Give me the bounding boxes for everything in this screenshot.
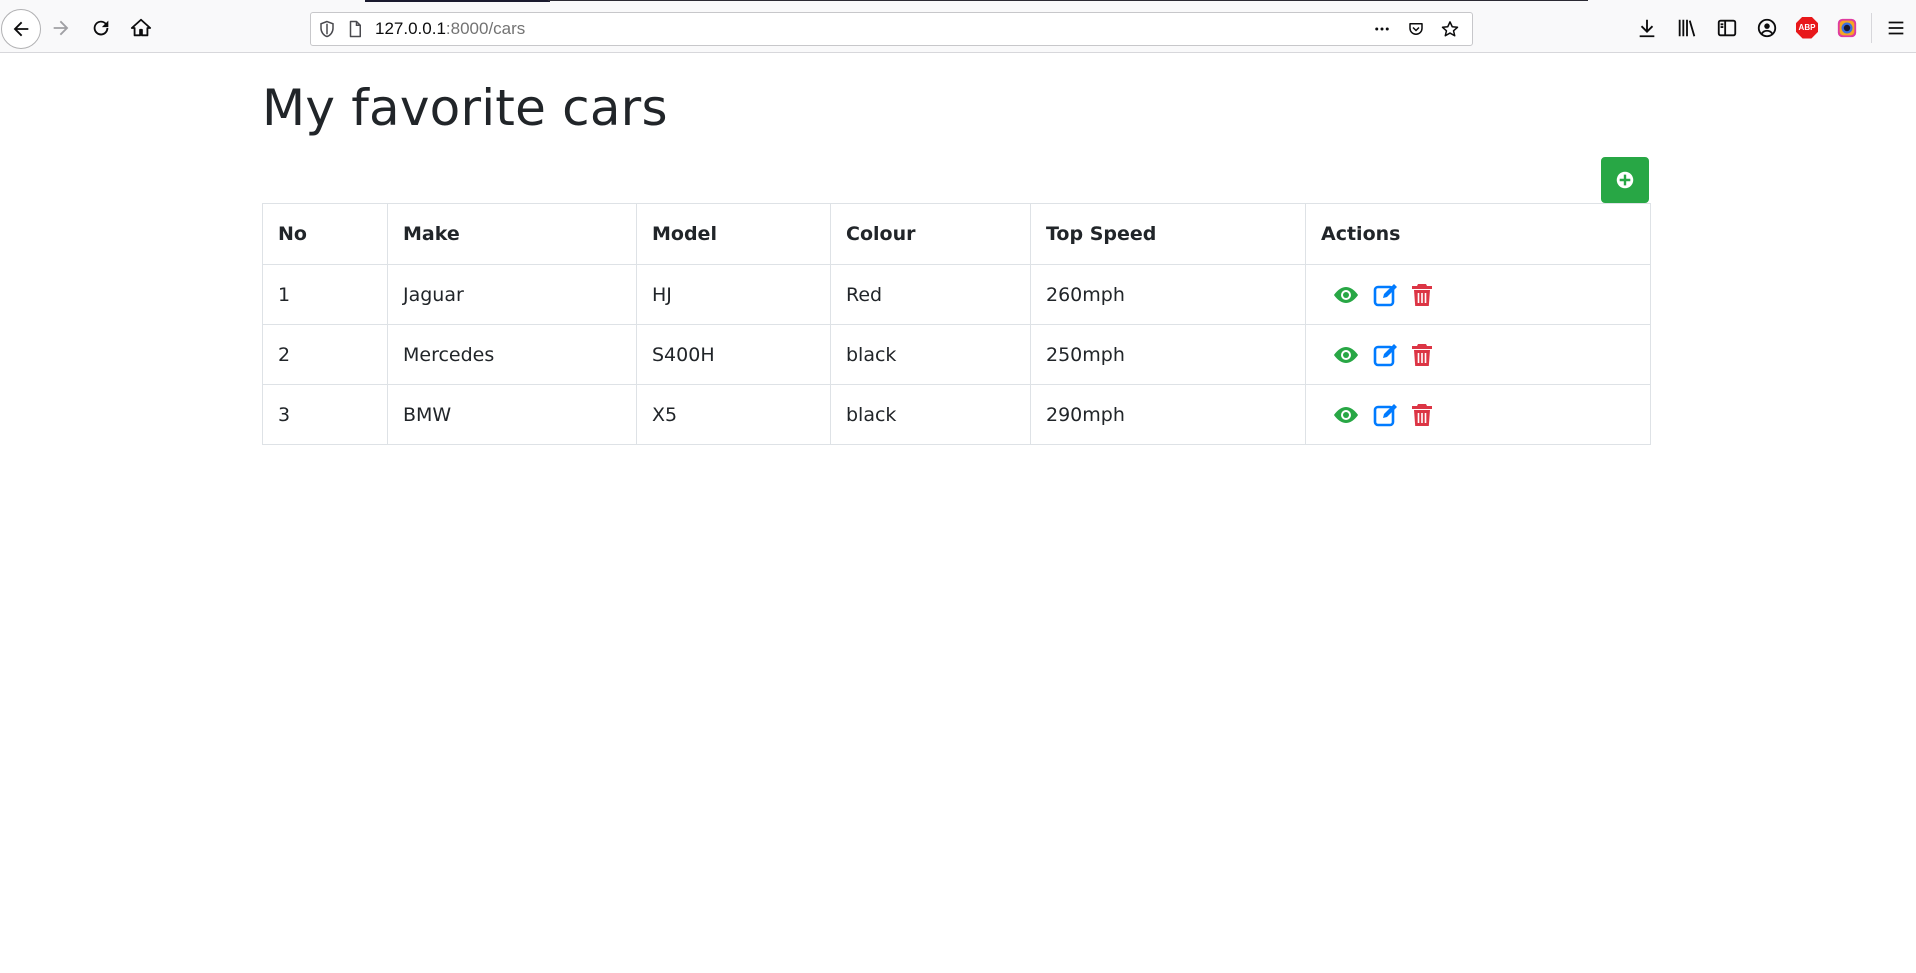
page-title: My favorite cars: [262, 79, 668, 137]
trash-icon: [1412, 343, 1432, 366]
header-top-speed: Top Speed: [1030, 203, 1306, 265]
cell-top-speed: 260mph: [1030, 264, 1306, 325]
menu-icon[interactable]: [1876, 8, 1916, 48]
page-icon[interactable]: [345, 19, 365, 39]
back-icon: [13, 21, 29, 37]
edit-icon: [1373, 403, 1397, 426]
edit-button[interactable]: [1373, 342, 1399, 368]
table-row: 3 BMW X5 black 290mph: [262, 384, 1651, 445]
url-path: :8000/cars: [445, 19, 526, 38]
forward-icon: [53, 20, 69, 36]
cell-colour: black: [830, 324, 1031, 385]
cell-colour: Red: [830, 264, 1031, 325]
delete-button[interactable]: [1411, 282, 1433, 308]
eye-icon: [1334, 286, 1358, 303]
browser-toolbar: 127.0.0.1:8000/cars ABP: [0, 3, 1916, 53]
toolbar-divider: [1871, 12, 1872, 43]
adblock-button[interactable]: ABP: [1787, 8, 1827, 48]
cell-make: Jaguar: [387, 264, 637, 325]
cell-model: S400H: [636, 324, 831, 385]
cell-make: Mercedes: [387, 324, 637, 385]
table-row: 1 Jaguar HJ Red 260mph: [262, 264, 1651, 325]
reload-icon: [93, 20, 109, 36]
tab-indicator: [365, 0, 550, 2]
header-no: No: [262, 203, 388, 265]
delete-button[interactable]: [1411, 402, 1433, 428]
header-actions: Actions: [1305, 203, 1651, 265]
cell-model: X5: [636, 384, 831, 445]
table-row: 2 Mercedes S400H black 250mph: [262, 324, 1651, 385]
download-icon[interactable]: [1627, 8, 1667, 48]
cell-top-speed: 250mph: [1030, 324, 1306, 385]
delete-button[interactable]: [1411, 342, 1433, 368]
cell-no: 1: [262, 264, 388, 325]
view-button[interactable]: [1331, 402, 1361, 428]
url-host: 127.0.0.1: [375, 19, 446, 38]
edit-button[interactable]: [1373, 282, 1399, 308]
adblock-icon: ABP: [1796, 16, 1818, 39]
home-icon: [130, 18, 152, 37]
page-content: My favorite cars No Make Model Colour To…: [0, 53, 1916, 973]
sidebar-icon[interactable]: [1707, 8, 1747, 48]
header-make: Make: [387, 203, 637, 265]
url-text[interactable]: 127.0.0.1:8000/cars: [375, 19, 525, 39]
table-header-row: No Make Model Colour Top Speed Actions: [262, 203, 1651, 265]
back-button[interactable]: [1, 9, 41, 49]
edit-icon: [1373, 283, 1397, 306]
eye-icon: [1334, 406, 1358, 423]
cell-actions: [1305, 264, 1651, 325]
library-icon[interactable]: [1667, 8, 1707, 48]
cell-model: HJ: [636, 264, 831, 325]
trash-icon: [1412, 403, 1432, 426]
forward-button[interactable]: [42, 9, 80, 47]
eye-icon: [1334, 346, 1358, 363]
cell-top-speed: 290mph: [1030, 384, 1306, 445]
edit-icon: [1373, 343, 1397, 366]
cell-actions: [1305, 384, 1651, 445]
cell-actions: [1305, 324, 1651, 385]
cars-table: No Make Model Colour Top Speed Actions 1…: [262, 203, 1651, 445]
extension-button[interactable]: [1827, 8, 1867, 48]
header-model: Model: [636, 203, 831, 265]
tab-indicator: [548, 0, 1588, 1]
reload-button[interactable]: [82, 9, 120, 47]
cell-colour: black: [830, 384, 1031, 445]
home-button[interactable]: [122, 9, 160, 47]
cell-make: BMW: [387, 384, 637, 445]
plus-circle-icon: [1616, 171, 1634, 189]
view-button[interactable]: [1331, 342, 1361, 368]
trash-icon: [1412, 283, 1432, 306]
add-car-button[interactable]: [1601, 157, 1649, 203]
shield-icon[interactable]: [317, 19, 337, 39]
extension-icon: [1837, 18, 1857, 37]
url-bar[interactable]: 127.0.0.1:8000/cars: [310, 12, 1473, 46]
pocket-icon[interactable]: [1406, 19, 1426, 39]
cell-no: 2: [262, 324, 388, 385]
more-icon[interactable]: [1372, 19, 1392, 39]
header-colour: Colour: [830, 203, 1031, 265]
view-button[interactable]: [1331, 282, 1361, 308]
edit-button[interactable]: [1373, 402, 1399, 428]
star-icon[interactable]: [1440, 19, 1460, 39]
cell-no: 3: [262, 384, 388, 445]
account-icon[interactable]: [1747, 8, 1787, 48]
